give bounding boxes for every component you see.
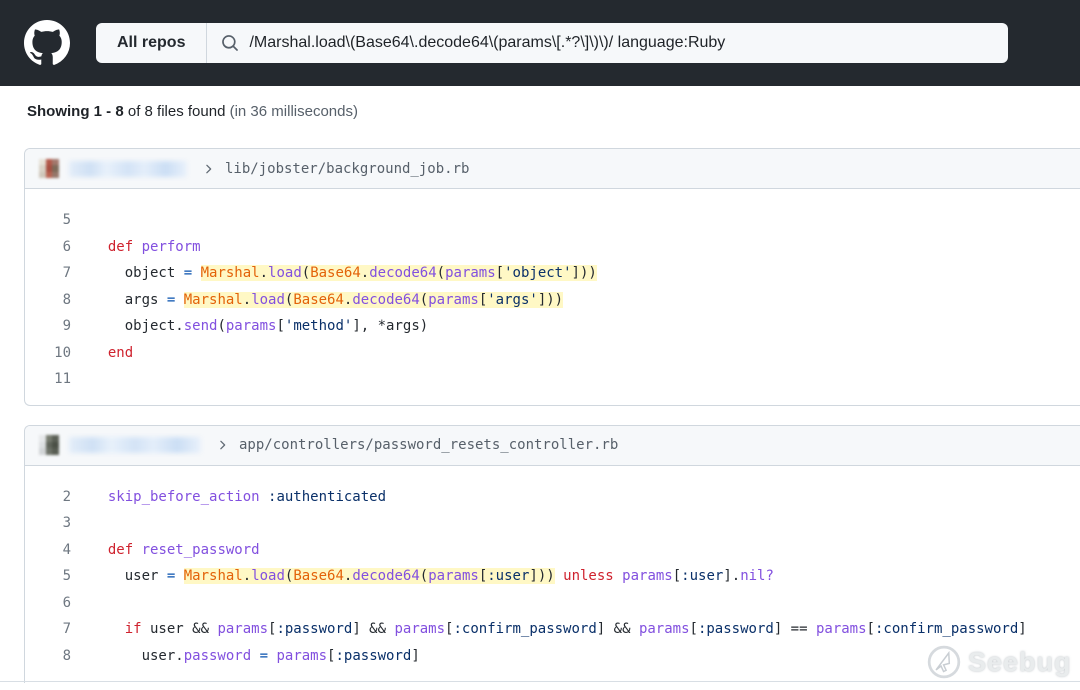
chevron-right-icon: [215, 438, 229, 452]
github-logo[interactable]: [24, 20, 70, 66]
repo-avatar[interactable]: [39, 158, 59, 179]
code-text: object = Marshal.load(Base64.decode64(pa…: [91, 265, 597, 281]
result-header: app/controllers/password_resets_controll…: [25, 425, 1080, 466]
file-path[interactable]: lib/jobster/background_job.rb: [225, 161, 469, 177]
code-block: 56 def perform 7 object = Marshal.load(Ba…: [25, 189, 1080, 405]
code-line: 10 end: [25, 340, 1080, 367]
results-summary-range: Showing 1 - 8: [27, 103, 124, 120]
code-text: args = Marshal.load(Base64.decode64(para…: [91, 291, 564, 308]
code-text: user = Marshal.load(Base64.decode64(para…: [91, 568, 774, 584]
result-card: app/controllers/password_resets_controll…: [24, 424, 1080, 684]
search-input[interactable]: [249, 34, 1008, 52]
results-summary-total: of 8 files found: [123, 103, 230, 120]
searchbar-divider: [206, 23, 208, 63]
line-number: 5: [62, 212, 71, 228]
code-text: end: [107, 344, 134, 361]
code-text: user.password = params[:password]: [91, 647, 420, 664]
search-scope-button[interactable]: All repos: [96, 23, 206, 63]
chevron-right-icon: [201, 162, 215, 176]
result-card: lib/jobster/background_job.rb 5 6 def perf…: [24, 148, 1080, 406]
search-icon: [221, 34, 239, 52]
code-line: 5 user = Marshal.load(Base64.decode64(pa…: [25, 563, 1080, 590]
results-list: lib/jobster/background_job.rb 5 6 def perf…: [0, 148, 1080, 683]
repo-avatar[interactable]: [39, 435, 59, 455]
line-number: 7: [62, 621, 71, 637]
code-line: 4 def reset_password: [25, 537, 1080, 564]
line-number: 9: [62, 318, 71, 334]
file-path[interactable]: app/controllers/password_resets_controll…: [239, 437, 618, 453]
code-text: def reset_password: [107, 541, 260, 558]
line-number: 5: [62, 568, 71, 584]
line-number: 4: [62, 541, 71, 558]
github-header: All repos: [0, 0, 1080, 86]
search-bar: All repos: [96, 23, 1008, 63]
code-text: def perform: [107, 238, 201, 255]
code-line: 6: [25, 590, 1080, 617]
code-line: 8 args = Marshal.load(Base64.decode64(pa…: [25, 287, 1080, 314]
line-number: 2: [62, 488, 71, 505]
line-number: 11: [54, 371, 71, 387]
code-line: 7 if user && params[:password] && params…: [25, 616, 1080, 643]
code-line: 5: [25, 207, 1080, 234]
repo-name-blurred[interactable]: [69, 160, 187, 177]
code-text: if user && params[:password] && params[:…: [124, 621, 1027, 637]
code-line: 8 user.password = params[:password]: [25, 643, 1080, 670]
line-number: 8: [62, 291, 71, 308]
code-line: 11: [25, 366, 1080, 393]
repo-name-blurred[interactable]: [69, 437, 201, 453]
code-block: 2 skip_before_action :authenticated 3 4 de…: [25, 466, 1080, 684]
result-header: lib/jobster/background_job.rb: [25, 149, 1080, 189]
results-summary: Showing 1 - 8 of 8 files found (in 36 mi…: [27, 102, 1080, 122]
line-number: 6: [62, 594, 71, 611]
code-text: object.send(params['method'], *args): [91, 318, 429, 334]
results-summary-timing: (in 36 milliseconds): [229, 103, 358, 120]
section-divider: [0, 681, 1080, 682]
line-number: 6: [62, 238, 71, 255]
code-line: 6 def perform: [25, 234, 1080, 261]
code-text: skip_before_action :authenticated: [107, 488, 387, 505]
line-number: 3: [62, 515, 71, 531]
code-line: 2 skip_before_action :authenticated: [25, 484, 1080, 511]
line-number: 10: [54, 344, 71, 361]
line-number: 7: [62, 265, 71, 281]
code-line: 7 object = Marshal.load(Base64.decode64(…: [25, 260, 1080, 287]
code-line: 9 object.send(params['method'], *args): [25, 313, 1080, 340]
code-line: 3: [25, 510, 1080, 537]
line-number: 8: [62, 647, 71, 664]
